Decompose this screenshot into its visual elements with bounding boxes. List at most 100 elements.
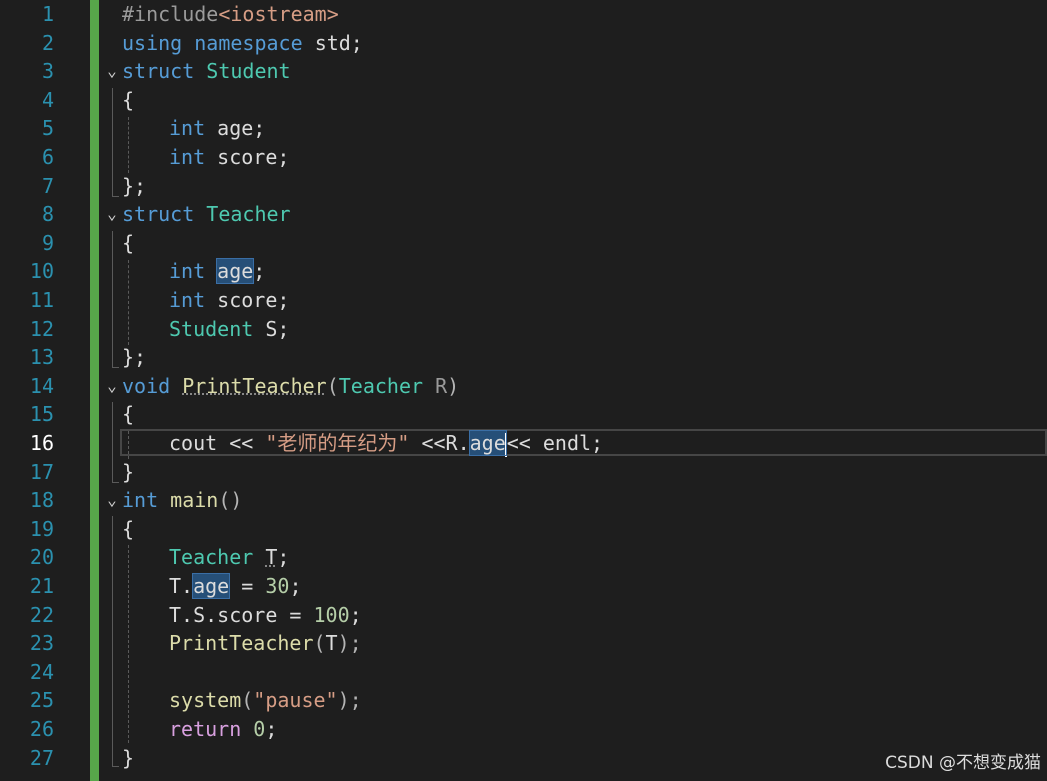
operator: = — [229, 574, 266, 598]
code-line-4[interactable]: { — [122, 86, 134, 115]
punctuation: ; — [277, 545, 290, 570]
brace: { — [122, 402, 135, 427]
line-number: 13 — [29, 345, 54, 370]
argument: T — [325, 631, 338, 656]
code-line-3[interactable]: struct Student — [122, 57, 291, 86]
keyword: using — [122, 30, 183, 55]
line-number: 9 — [41, 230, 54, 255]
line-number: 22 — [29, 602, 54, 627]
number-literal: 30 — [265, 574, 290, 598]
chevron-down-icon[interactable]: ⌄ — [103, 57, 121, 86]
code-line-21[interactable]: T.age = 30; — [169, 572, 301, 601]
line-number: 2 — [41, 30, 54, 55]
code-line-6[interactable]: int score; — [169, 143, 289, 172]
code-line-13[interactable]: }; — [122, 343, 146, 372]
line-number: 24 — [29, 659, 54, 684]
brace: } — [122, 459, 135, 484]
line-number: 27 — [29, 745, 54, 770]
code-editor[interactable]: 1 2 3 4 5 6 7 8 9 10 11 12 13 14 15 16 17 18 19 20 21 22 23 24 2… — [0, 0, 1047, 781]
line-number: 23 — [29, 631, 54, 656]
code-line-17[interactable]: } — [122, 458, 134, 487]
code-line-23[interactable]: PrintTeacher(T); — [169, 629, 362, 658]
code-line-18[interactable]: int main() — [122, 486, 242, 515]
indent-guide — [128, 117, 129, 173]
member: S; — [265, 316, 290, 341]
code-line-1[interactable]: #include<iostream> — [122, 0, 339, 29]
code-line-8[interactable]: struct Teacher — [122, 200, 291, 229]
code-line-25[interactable]: system("pause"); — [169, 686, 362, 715]
parameter: R — [435, 373, 448, 398]
chevron-down-icon[interactable]: ⌄ — [103, 372, 121, 401]
line-number: 3 — [41, 59, 54, 84]
member: age; — [217, 116, 266, 141]
chevron-down-icon[interactable]: ⌄ — [103, 486, 121, 515]
paren: ( — [326, 373, 339, 398]
line-number: 19 — [29, 516, 54, 541]
code-line-11[interactable]: int score; — [169, 286, 289, 315]
fold-region-bracket — [112, 88, 119, 197]
string-literal: "老师的年纪为" — [265, 431, 410, 455]
paren: ( — [241, 688, 254, 713]
code-line-5[interactable]: int age; — [169, 114, 265, 143]
code-line-20[interactable]: Teacher T; — [169, 543, 289, 572]
line-number: 7 — [41, 173, 54, 198]
operator: <<R. — [409, 431, 470, 455]
line-number: 1 — [41, 2, 54, 26]
line-number: 25 — [29, 688, 54, 713]
code-line-15[interactable]: { — [122, 400, 134, 429]
variable: T — [265, 545, 278, 570]
chevron-down-icon[interactable]: ⌄ — [103, 200, 121, 229]
code-line-27[interactable]: } — [122, 744, 134, 773]
brace: } — [122, 745, 135, 770]
line-number: 26 — [29, 717, 54, 741]
indent-guide — [128, 260, 129, 345]
paren: () — [218, 488, 243, 513]
code-line-16[interactable]: cout << "老师的年纪为" <<R.age<< endl; — [169, 429, 603, 458]
code-line-14[interactable]: void PrintTeacher(Teacher R) — [122, 372, 459, 401]
punctuation: ; — [265, 717, 278, 741]
fold-region-bracket — [112, 516, 119, 767]
stream-output: cout << — [169, 431, 266, 455]
line-number: 5 — [41, 116, 54, 141]
fold-region-bracket — [112, 402, 119, 483]
line-number: 20 — [29, 545, 54, 570]
keyword: namespace — [194, 30, 303, 55]
line-number: 8 — [41, 202, 54, 227]
line-number: 11 — [29, 288, 54, 312]
brace: }; — [122, 345, 147, 370]
code-line-2[interactable]: using namespace std; — [122, 29, 363, 58]
code-line-22[interactable]: T.S.score = 100; — [169, 601, 362, 630]
line-number: 16 — [29, 431, 54, 455]
code-line-19[interactable]: { — [122, 515, 134, 544]
keyword: int — [169, 116, 206, 141]
type-name: Teacher — [206, 202, 291, 227]
namespace-name: std; — [314, 30, 363, 55]
function-name: main — [170, 488, 219, 513]
variable: T.S.score = — [169, 602, 314, 627]
paren: ) — [447, 373, 460, 398]
code-line-12[interactable]: Student S; — [169, 315, 289, 344]
string-literal: "pause" — [253, 688, 338, 713]
line-number: 17 — [29, 459, 54, 484]
brace: }; — [122, 173, 147, 198]
brace: { — [122, 516, 135, 541]
line-number: 15 — [29, 402, 54, 427]
punctuation: ; — [289, 574, 302, 598]
code-line-26[interactable]: return 0; — [169, 715, 277, 744]
line-number: 10 — [29, 259, 54, 284]
member: score; — [217, 288, 290, 312]
code-line-7[interactable]: }; — [122, 172, 146, 201]
line-number: 6 — [41, 145, 54, 169]
keyword: return — [169, 717, 242, 741]
code-line-10[interactable]: int age; — [169, 257, 265, 286]
keyword: struct — [122, 202, 195, 227]
type-name: Student — [169, 316, 254, 341]
change-tracking-bar — [90, 0, 99, 781]
line-number: 18 — [29, 488, 54, 513]
member: score; — [217, 145, 290, 169]
operator: << endl; — [506, 431, 604, 455]
variable: T. — [169, 574, 194, 598]
code-line-9[interactable]: { — [122, 229, 134, 258]
function-name: system — [169, 688, 242, 713]
